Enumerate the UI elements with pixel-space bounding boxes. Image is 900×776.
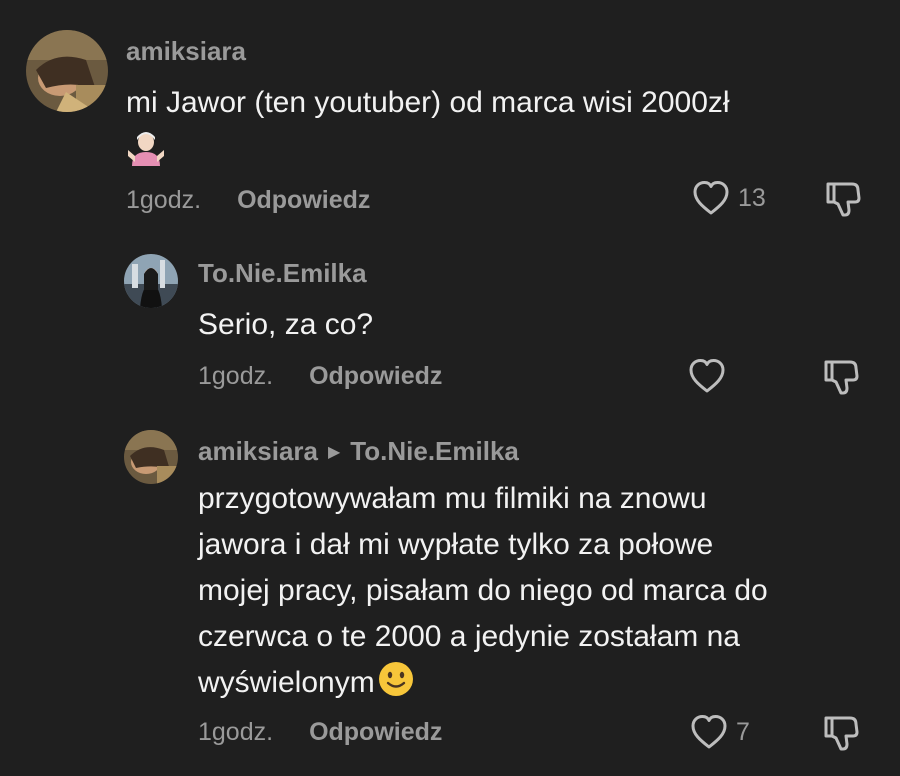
avatar[interactable] [124, 254, 178, 308]
comment-meta: 1godz. Odpowiedz [198, 362, 442, 391]
reply-button[interactable]: Odpowiedz [237, 186, 370, 214]
comment-text-line: Serio, za co? [198, 308, 374, 341]
comment-time: 1godz. [198, 718, 274, 746]
comment-time: 1godz. [198, 362, 274, 390]
comment-username: amiksiara ▶ To.Nie.Emilka [198, 436, 519, 467]
comment-text: przygotowywałam mu filmiki na znowu jawo… [198, 476, 768, 706]
heart-icon [691, 715, 727, 749]
dislike-button[interactable] [822, 358, 862, 401]
avatar[interactable] [124, 430, 178, 484]
person-shrugging-emoji [126, 128, 166, 168]
slightly-smiling-face-emoji [377, 660, 415, 698]
comment-time: 1godz. [126, 186, 202, 214]
thumbs-down-icon [826, 182, 861, 217]
like-count: 13 [738, 183, 766, 212]
comment-text: Serio, za co? [198, 302, 373, 348]
reply-button[interactable]: Odpowiedz [309, 362, 442, 390]
like-button[interactable]: 7 [690, 714, 750, 750]
heart-icon [689, 359, 725, 393]
comment-text-line: mojej pracy, pisałam do niego od marca d… [198, 574, 768, 607]
heart-icon [693, 181, 729, 215]
like-count: 7 [736, 717, 750, 746]
like-button[interactable] [688, 358, 734, 394]
comment-text-line: jawora i dał mi wypłate tylko za połowe [198, 528, 714, 561]
thumbs-down-icon [824, 716, 859, 751]
avatar[interactable] [26, 30, 108, 112]
reply-button[interactable]: Odpowiedz [309, 718, 442, 746]
comment-text-line: mi Jawor (ten youtuber) od marca wisi 20… [126, 86, 730, 119]
like-button[interactable]: 13 [692, 180, 766, 216]
dislike-button[interactable] [824, 180, 864, 223]
thumbs-down-icon [824, 360, 859, 395]
author-name[interactable]: amiksiara [198, 436, 318, 466]
comment-meta: 1godz. Odpowiedz [126, 186, 370, 215]
reply-arrow-icon: ▶ [327, 444, 341, 461]
comment-text-line: wyświelonym [198, 666, 375, 699]
comment-text-line: czerwca o te 2000 a jedynie zostałam na [198, 620, 740, 653]
reply-to-name[interactable]: To.Nie.Emilka [350, 436, 519, 466]
comment-username[interactable]: amiksiara [126, 36, 246, 67]
comment-meta: 1godz. Odpowiedz [198, 718, 442, 747]
comment-text-line: przygotowywałam mu filmiki na znowu [198, 482, 707, 515]
comment-text: mi Jawor (ten youtuber) od marca wisi 20… [126, 80, 730, 172]
comment-username[interactable]: To.Nie.Emilka [198, 258, 367, 289]
dislike-button[interactable] [822, 714, 862, 757]
